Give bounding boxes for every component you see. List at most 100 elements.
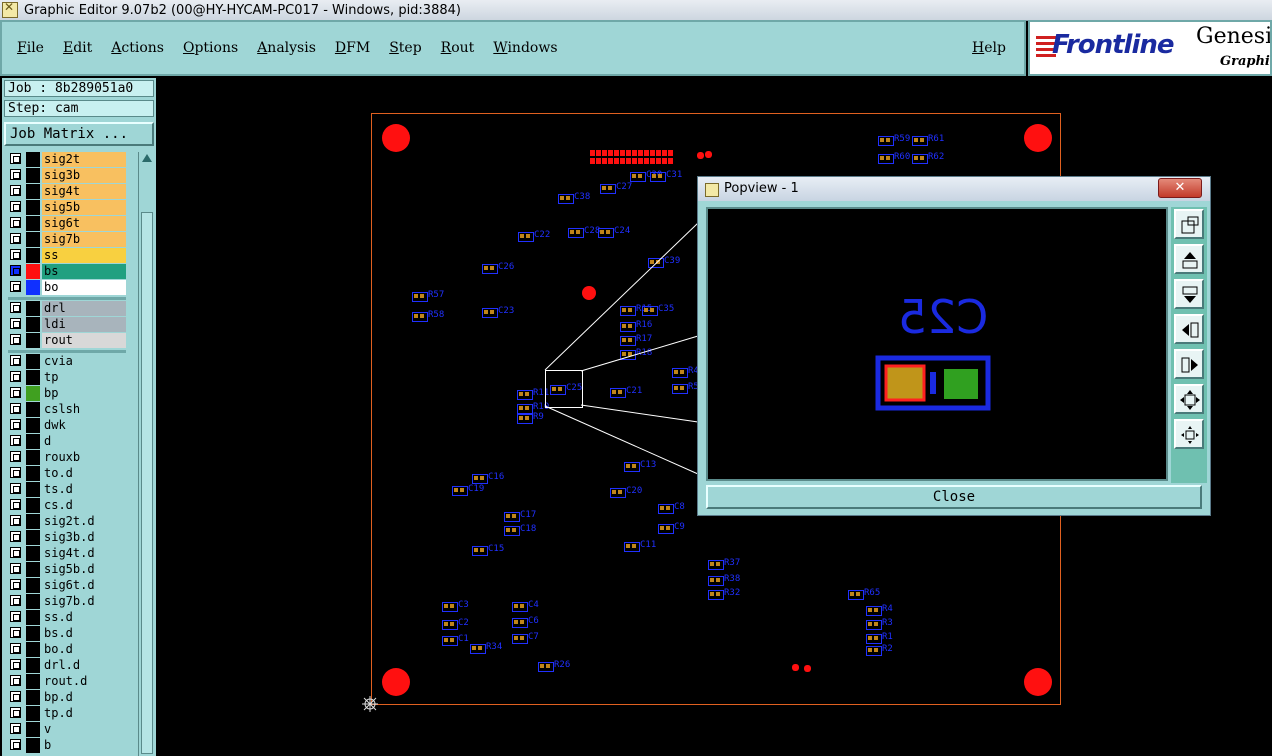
layer-row-ldi[interactable]: ldi: [8, 317, 126, 332]
layer-color-swatch[interactable]: [26, 301, 40, 316]
layer-row-v[interactable]: v: [8, 722, 126, 737]
layer-row-sig2t[interactable]: sig2t: [8, 152, 126, 167]
layer-row-ts-d[interactable]: ts.d: [8, 482, 126, 497]
layer-row-dwk[interactable]: dwk: [8, 418, 126, 433]
layer-row-rout-d[interactable]: rout.d: [8, 674, 126, 689]
layer-color-swatch[interactable]: [26, 610, 40, 625]
layer-row-cvia[interactable]: cvia: [8, 354, 126, 369]
layer-color-swatch[interactable]: [26, 418, 40, 433]
layer-name[interactable]: sig7b.d: [42, 594, 126, 609]
layer-color-swatch[interactable]: [26, 594, 40, 609]
layer-row-sig4t[interactable]: sig4t: [8, 184, 126, 199]
layer-checkbox[interactable]: [10, 723, 21, 734]
layer-color-swatch[interactable]: [26, 674, 40, 689]
layer-checkbox[interactable]: [10, 563, 21, 574]
layer-checkbox[interactable]: [10, 531, 21, 542]
layer-color-swatch[interactable]: [26, 466, 40, 481]
menu-file[interactable]: File: [17, 40, 44, 56]
layer-checkbox[interactable]: [10, 499, 21, 510]
scroll-up-icon[interactable]: [142, 154, 152, 162]
layer-name[interactable]: cslsh: [42, 402, 126, 417]
layer-color-swatch[interactable]: [26, 482, 40, 497]
layer-checkbox[interactable]: [10, 265, 21, 276]
layer-row-b[interactable]: b: [8, 738, 126, 753]
layer-color-swatch[interactable]: [26, 216, 40, 231]
layer-checkbox[interactable]: [10, 249, 21, 260]
layer-checkbox[interactable]: [10, 515, 21, 526]
layer-name[interactable]: rout.d: [42, 674, 126, 689]
layer-row-rouxb[interactable]: rouxb: [8, 450, 126, 465]
layer-color-swatch[interactable]: [26, 184, 40, 199]
layer-name[interactable]: ldi: [42, 317, 126, 332]
layer-row-cslsh[interactable]: cslsh: [8, 402, 126, 417]
layer-row-bp-d[interactable]: bp.d: [8, 690, 126, 705]
pan-left-icon[interactable]: [1174, 314, 1204, 344]
layer-checkbox[interactable]: [10, 467, 21, 478]
layer-name[interactable]: sig6t: [42, 216, 126, 231]
layer-checkbox[interactable]: [10, 435, 21, 446]
layer-color-swatch[interactable]: [26, 642, 40, 657]
layer-name[interactable]: drl.d: [42, 658, 126, 673]
layer-checkbox[interactable]: [10, 302, 21, 313]
layer-name[interactable]: sig2t.d: [42, 514, 126, 529]
layer-checkbox[interactable]: [10, 387, 21, 398]
layer-color-swatch[interactable]: [26, 658, 40, 673]
layer-checkbox[interactable]: [10, 547, 21, 558]
layer-color-swatch[interactable]: [26, 706, 40, 721]
layer-row-ss-d[interactable]: ss.d: [8, 610, 126, 625]
layer-name[interactable]: tp: [42, 370, 126, 385]
layer-checkbox[interactable]: [10, 739, 21, 750]
layer-checkbox[interactable]: [10, 579, 21, 590]
menu-options[interactable]: Options: [183, 40, 238, 56]
layer-row-ss[interactable]: ss: [8, 248, 126, 263]
layer-row-drl[interactable]: drl: [8, 301, 126, 316]
layer-name[interactable]: bo.d: [42, 642, 126, 657]
layer-name[interactable]: ts.d: [42, 482, 126, 497]
pan-right-icon[interactable]: [1174, 349, 1204, 379]
layer-color-swatch[interactable]: [26, 546, 40, 561]
layer-scrollbar[interactable]: [138, 152, 155, 756]
layer-row-sig6t[interactable]: sig6t: [8, 216, 126, 231]
layer-checkbox[interactable]: [10, 451, 21, 462]
layer-checkbox[interactable]: [10, 201, 21, 212]
layer-checkbox[interactable]: [10, 185, 21, 196]
menu-step[interactable]: Step: [389, 40, 421, 56]
layer-name[interactable]: bp: [42, 386, 126, 401]
fit-icon[interactable]: [1174, 384, 1204, 414]
layer-checkbox[interactable]: [10, 675, 21, 686]
layer-name[interactable]: v: [42, 722, 126, 737]
layer-name[interactable]: dwk: [42, 418, 126, 433]
layer-name[interactable]: sig3b: [42, 168, 126, 183]
layer-row-sig2t-d[interactable]: sig2t.d: [8, 514, 126, 529]
layer-name[interactable]: sig5b.d: [42, 562, 126, 577]
layer-row-sig5b[interactable]: sig5b: [8, 200, 126, 215]
layer-checkbox[interactable]: [10, 707, 21, 718]
layer-color-swatch[interactable]: [26, 354, 40, 369]
layer-checkbox[interactable]: [10, 483, 21, 494]
layer-row-sig3b-d[interactable]: sig3b.d: [8, 530, 126, 545]
layer-color-swatch[interactable]: [26, 402, 40, 417]
layer-row-sig7b-d[interactable]: sig7b.d: [8, 594, 126, 609]
layer-checkbox[interactable]: [10, 318, 21, 329]
menu-dfm[interactable]: DFM: [335, 40, 370, 56]
layer-name[interactable]: sig6t.d: [42, 578, 126, 593]
menu-help[interactable]: Help: [972, 40, 1006, 56]
layer-color-swatch[interactable]: [26, 232, 40, 247]
layer-row-sig7b[interactable]: sig7b: [8, 232, 126, 247]
layer-checkbox[interactable]: [10, 691, 21, 702]
layer-checkbox[interactable]: [10, 169, 21, 180]
layer-name[interactable]: ss.d: [42, 610, 126, 625]
layer-color-swatch[interactable]: [26, 200, 40, 215]
layer-name[interactable]: sig5b: [42, 200, 126, 215]
layer-name[interactable]: tp.d: [42, 706, 126, 721]
menu-actions[interactable]: Actions: [111, 40, 164, 56]
layer-color-swatch[interactable]: [26, 280, 40, 295]
layer-name[interactable]: sig3b.d: [42, 530, 126, 545]
zoom-in-icon[interactable]: [1174, 244, 1204, 274]
zoom-out-icon[interactable]: [1174, 279, 1204, 309]
zoom-window-icon[interactable]: [1174, 209, 1204, 239]
layer-checkbox[interactable]: [10, 595, 21, 606]
layer-name[interactable]: sig2t: [42, 152, 126, 167]
popview-canvas[interactable]: C25: [706, 207, 1168, 481]
layer-row-rout[interactable]: rout: [8, 333, 126, 348]
